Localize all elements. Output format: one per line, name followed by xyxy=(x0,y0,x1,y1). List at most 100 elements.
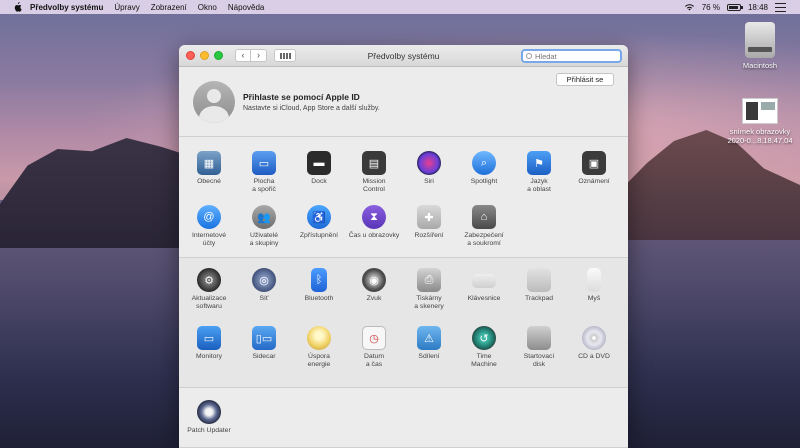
pref-desktop-screensaver[interactable]: ▭ Plocha a spořič xyxy=(238,151,290,194)
pref-software-update[interactable]: ⚙ Aktualizace softwaru xyxy=(183,268,235,311)
pref-printers-scanners[interactable]: ⎙ Tiskárny a skenery xyxy=(403,268,455,311)
menu-app-name[interactable]: Předvolby systému xyxy=(30,3,103,12)
back-button[interactable]: ‹ xyxy=(235,49,251,62)
search-input[interactable] xyxy=(535,51,615,61)
close-button[interactable] xyxy=(186,51,195,60)
pref-mouse[interactable]: Myš xyxy=(568,268,620,303)
pref-mission-control[interactable]: ▤ Mission Control xyxy=(348,151,400,194)
battery-percent[interactable]: 76 % xyxy=(702,3,720,12)
search-field[interactable] xyxy=(521,49,622,63)
hard-disk-icon xyxy=(745,22,775,58)
pref-screen-time[interactable]: ⧗ Čas u obrazovky xyxy=(348,205,400,240)
pref-network[interactable]: ◎ Síť xyxy=(238,268,290,303)
pref-label: Internetové xyxy=(191,232,226,239)
pref-label: Bluetooth xyxy=(304,295,334,302)
pref-label: Trackpad xyxy=(524,295,554,302)
show-all-grid-button[interactable] xyxy=(274,49,296,62)
mouse-icon xyxy=(587,268,601,292)
menu-help[interactable]: Nápověda xyxy=(228,3,264,12)
pref-trackpad[interactable]: Trackpad xyxy=(513,268,565,303)
pref-time-machine[interactable]: ↺ Time Machine xyxy=(458,326,510,369)
menu-clock[interactable]: 18:48 xyxy=(748,3,768,12)
pref-label: Obecné xyxy=(197,178,221,185)
sign-in-button[interactable]: Přihlásit se xyxy=(556,73,614,86)
pref-language-region[interactable]: ⚑ Jazyk a oblast xyxy=(513,151,565,194)
extensions-icon: ✚ xyxy=(417,205,441,229)
date-time-icon: ◷ xyxy=(362,326,386,350)
pref-label: Čas u obrazovky xyxy=(348,232,400,239)
pref-label: Plocha xyxy=(253,178,275,185)
prefs-section-personal: ▦ Obecné ▭ Plocha a spořič ▬ Dock ▤ Miss… xyxy=(179,137,628,258)
pref-patch-updater[interactable]: Patch Updater xyxy=(183,400,235,435)
pref-notifications[interactable]: ▣ Oznámení xyxy=(568,151,620,186)
forward-button[interactable]: › xyxy=(251,49,267,62)
pref-label: Patch Updater xyxy=(187,427,231,434)
pref-label: Zabezpečení xyxy=(464,232,504,239)
sound-icon: ◉ xyxy=(362,268,386,292)
pref-label: Time xyxy=(476,353,492,360)
pref-displays[interactable]: ▭ Monitory xyxy=(183,326,235,361)
pref-label: Startovací xyxy=(523,353,555,360)
pref-general[interactable]: ▦ Obecné xyxy=(183,151,235,186)
pref-extensions[interactable]: ✚ Rozšíření xyxy=(403,205,455,240)
pref-label: Aktualizace xyxy=(191,295,227,302)
pref-dock[interactable]: ▬ Dock xyxy=(293,151,345,186)
pref-sidecar[interactable]: ▯▭ Sidecar xyxy=(238,326,290,361)
prefs-section-hardware: ⚙ Aktualizace softwaru ◎ Síť ᛒ Bluetooth… xyxy=(179,258,628,388)
pref-label: Oznámení xyxy=(578,178,610,185)
avatar[interactable] xyxy=(193,80,235,123)
apple-menu-icon[interactable] xyxy=(12,2,22,12)
pref-label: Sidecar xyxy=(252,353,276,360)
pref-label: Tiskárny xyxy=(416,295,442,302)
network-icon: ◎ xyxy=(252,268,276,292)
pref-label-2: Machine xyxy=(471,361,497,368)
pref-accessibility[interactable]: ♿ Zpřístupnění xyxy=(293,205,345,240)
pref-label: Klávesnice xyxy=(467,295,501,302)
desktop-disk[interactable]: Macintosh xyxy=(735,22,785,70)
minimize-button[interactable] xyxy=(200,51,209,60)
language-icon: ⚑ xyxy=(527,151,551,175)
pref-label-2: Control xyxy=(363,186,385,193)
pref-keyboard[interactable]: Klávesnice xyxy=(458,268,510,303)
control-center-icon[interactable] xyxy=(775,2,786,12)
pref-label-2: disk xyxy=(532,361,546,368)
pref-sharing[interactable]: ⚠ Sdílení xyxy=(403,326,455,361)
pref-sound[interactable]: ◉ Zvuk xyxy=(348,268,400,303)
accessibility-icon: ♿ xyxy=(307,205,331,229)
wifi-icon[interactable] xyxy=(684,3,695,11)
pref-bluetooth[interactable]: ᛒ Bluetooth xyxy=(293,268,345,303)
pref-siri[interactable]: Siri xyxy=(403,151,455,186)
menu-edit[interactable]: Úpravy xyxy=(114,3,139,12)
pref-spotlight[interactable]: ⌕ Spotlight xyxy=(458,151,510,186)
pref-date-time[interactable]: ◷ Datum a čas xyxy=(348,326,400,369)
pref-cd-dvd[interactable]: CD a DVD xyxy=(568,326,620,361)
displays-icon: ▭ xyxy=(197,326,221,350)
startup-disk-icon xyxy=(527,326,551,350)
general-icon: ▦ xyxy=(197,151,221,175)
pref-users-groups[interactable]: 👥 Uživatelé a skupiny xyxy=(238,205,290,248)
pref-label: Mission xyxy=(362,178,386,185)
zoom-button[interactable] xyxy=(214,51,223,60)
desktop-screenshot-label-1: snímek obrazovky xyxy=(729,127,791,136)
pref-startup-disk[interactable]: Startovací disk xyxy=(513,326,565,369)
pref-label-2: a čas xyxy=(365,361,383,368)
window-titlebar[interactable]: ‹ › Předvolby systému xyxy=(179,45,628,67)
pref-label-2: a spořič xyxy=(252,186,276,193)
menu-view[interactable]: Zobrazení xyxy=(151,3,187,12)
menu-bar: Předvolby systému Úpravy Zobrazení Okno … xyxy=(0,0,800,14)
pref-energy-saver[interactable]: Úspora energie xyxy=(293,326,345,369)
desktop-screenshot[interactable]: snímek obrazovky 2020-0...8.18.47.04 xyxy=(718,98,800,145)
pref-label: Sdílení xyxy=(418,353,440,360)
search-icon xyxy=(526,53,532,59)
cd-dvd-icon xyxy=(582,326,606,350)
internet-accounts-icon: @ xyxy=(197,205,221,229)
battery-icon[interactable] xyxy=(726,3,743,11)
siri-icon xyxy=(417,151,441,175)
pref-security-privacy[interactable]: ⌂ Zabezpečení a soukromí xyxy=(458,205,510,248)
pref-label: Zpřístupnění xyxy=(299,232,339,239)
pref-internet-accounts[interactable]: @ Internetové účty xyxy=(183,205,235,248)
menu-window[interactable]: Okno xyxy=(198,3,217,12)
pref-label: Jazyk xyxy=(530,178,548,185)
pref-label: Datum xyxy=(363,353,385,360)
spotlight-icon: ⌕ xyxy=(472,151,496,175)
